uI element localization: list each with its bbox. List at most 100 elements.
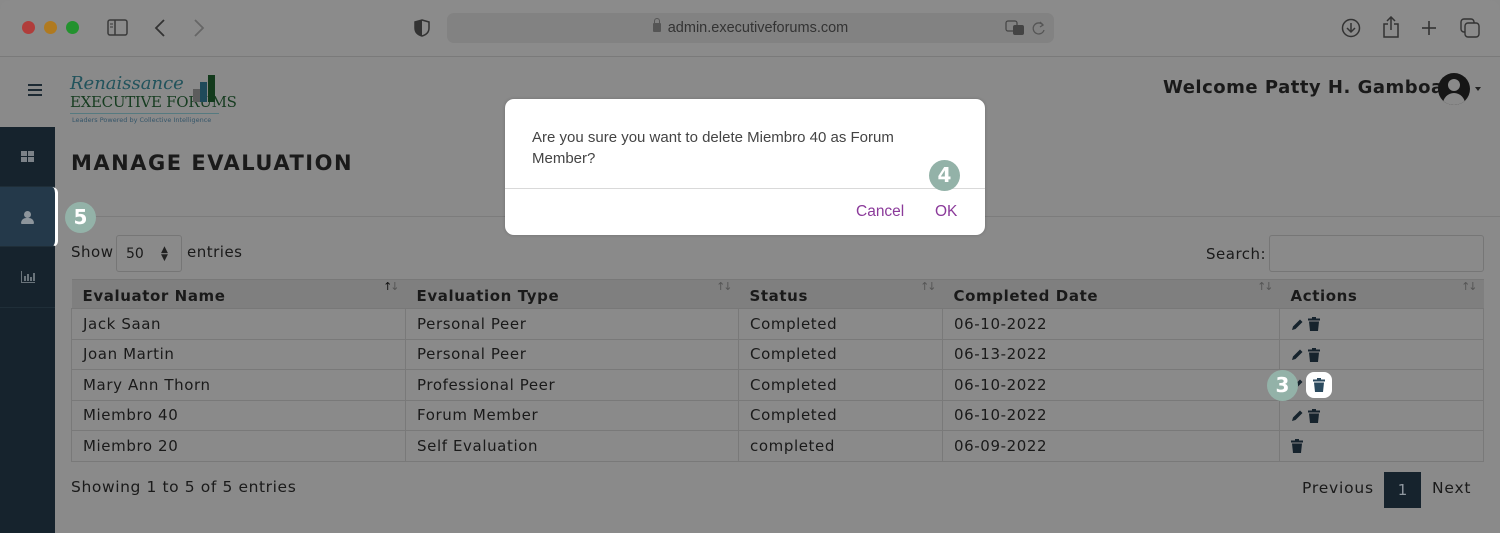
status: Completed <box>738 369 943 401</box>
url-text: admin.executiveforums.com <box>667 20 849 36</box>
sort-icon: ↑↓ <box>716 280 733 293</box>
ok-button[interactable]: OK <box>935 203 957 221</box>
actions-cell <box>1279 430 1484 462</box>
evaluation-type: Professional Peer <box>405 369 739 401</box>
logo-line1: Renaissance <box>70 73 184 94</box>
entries-label: entries <box>187 243 243 261</box>
sidebar-item-dashboard[interactable] <box>0 127 55 187</box>
trash-icon[interactable] <box>1308 408 1320 423</box>
minimize-window-button[interactable] <box>44 21 57 34</box>
reload-icon[interactable] <box>1032 21 1046 36</box>
logo-tagline: Leaders Powered by Collective Intelligen… <box>72 116 212 124</box>
evaluator-name: Miembro 20 <box>71 430 406 462</box>
completed-date: 06-13-2022 <box>942 338 1280 370</box>
tabs-overview-icon[interactable] <box>1460 18 1480 38</box>
pagination-previous[interactable]: Previous <box>1302 479 1374 497</box>
step-badge-5: 5 <box>65 202 96 233</box>
column-header-actions[interactable]: Actions ↑↓ <box>1279 279 1484 309</box>
shield-icon[interactable] <box>414 19 430 37</box>
confirm-dialog: Are you sure you want to delete Miembro … <box>505 99 985 235</box>
sort-icon: ↑↓ <box>383 280 400 293</box>
table-row: Jack Saan Personal Peer Completed 06-10-… <box>71 308 1484 340</box>
forward-icon[interactable] <box>193 19 205 37</box>
evaluator-name: Jack Saan <box>71 308 406 340</box>
page-size-value: 50 <box>126 246 144 262</box>
dialog-divider <box>505 188 985 189</box>
edit-icon[interactable] <box>1291 409 1304 422</box>
sidebar-toggle-icon[interactable] <box>107 19 128 36</box>
logo[interactable]: Renaissance EXECUTIVE FORUMS Leaders Pow… <box>70 69 237 127</box>
lock-icon <box>652 18 661 32</box>
search-input[interactable] <box>1269 235 1484 272</box>
sort-icon: ↑↓ <box>1257 280 1274 293</box>
column-header-evaluator-name[interactable]: Evaluator Name ↑↓ <box>71 279 406 309</box>
completed-date: 06-10-2022 <box>942 308 1280 340</box>
translate-icon[interactable] <box>1005 20 1025 37</box>
edit-icon[interactable] <box>1291 348 1304 361</box>
avatar[interactable] <box>1438 73 1470 105</box>
chevron-down-icon[interactable] <box>1475 87 1481 91</box>
table-row: Joan Martin Personal Peer Completed 06-1… <box>71 338 1484 370</box>
page-size-select[interactable]: 50 ▲ ▼ <box>116 235 182 272</box>
logo-bar <box>208 75 215 102</box>
column-header-evaluation-type[interactable]: Evaluation Type ↑↓ <box>405 279 739 309</box>
actions-cell <box>1279 308 1484 340</box>
step-badge-3: 3 <box>1267 370 1298 401</box>
status: completed <box>738 430 943 462</box>
close-window-button[interactable] <box>22 21 35 34</box>
show-label: Show <box>71 243 114 261</box>
select-arrows-icon: ▲ ▼ <box>161 245 168 263</box>
grid-icon <box>21 151 35 163</box>
evaluator-name: Miembro 40 <box>71 399 406 431</box>
edit-icon[interactable] <box>1291 318 1304 331</box>
maximize-window-button[interactable] <box>66 21 79 34</box>
actions-cell <box>1279 399 1484 431</box>
completed-date: 06-10-2022 <box>942 399 1280 431</box>
logo-divider <box>70 113 219 114</box>
completed-date: 06-10-2022 <box>942 369 1280 401</box>
user-icon <box>21 211 35 225</box>
evaluator-name: Joan Martin <box>71 338 406 370</box>
address-bar[interactable]: admin.executiveforums.com <box>447 13 1054 43</box>
highlighted-delete-button[interactable] <box>1306 371 1332 398</box>
trash-icon[interactable] <box>1308 347 1320 362</box>
new-tab-icon[interactable] <box>1421 20 1437 36</box>
column-header-completed-date[interactable]: Completed Date ↑↓ <box>942 279 1280 309</box>
pagination-page-1[interactable]: 1 <box>1384 472 1421 508</box>
status: Completed <box>738 308 943 340</box>
completed-date: 06-09-2022 <box>942 430 1280 462</box>
back-icon[interactable] <box>154 19 166 37</box>
trash-icon[interactable] <box>1313 377 1325 392</box>
logo-bar <box>200 82 207 102</box>
evaluator-name: Mary Ann Thorn <box>71 369 406 401</box>
table-row: Miembro 40 Forum Member Completed 06-10-… <box>71 399 1484 431</box>
evaluation-type: Self Evaluation <box>405 430 739 462</box>
share-icon[interactable] <box>1382 16 1400 38</box>
sidebar <box>0 127 58 533</box>
sort-icon: ↑↓ <box>920 280 937 293</box>
sidebar-item-reports[interactable] <box>0 248 55 308</box>
evaluations-table: Evaluator Name ↑↓ Evaluation Type ↑↓ Statu… <box>71 279 1484 462</box>
table-header-row: Evaluator Name ↑↓ Evaluation Type ↑↓ Statu… <box>71 279 1484 309</box>
column-header-status[interactable]: Status ↑↓ <box>738 279 943 309</box>
evaluation-type: Forum Member <box>405 399 739 431</box>
bar-chart-icon <box>21 271 35 283</box>
cancel-button[interactable]: Cancel <box>856 203 904 221</box>
evaluation-type: Personal Peer <box>405 308 739 340</box>
actions-cell <box>1279 338 1484 370</box>
trash-icon[interactable] <box>1291 439 1303 454</box>
search-label: Search: <box>1206 245 1267 263</box>
menu-icon[interactable] <box>28 84 42 96</box>
table-info: Showing 1 to 5 of 5 entries <box>71 478 297 496</box>
step-badge-4: 4 <box>929 160 960 191</box>
status: Completed <box>738 338 943 370</box>
pagination-next[interactable]: Next <box>1432 479 1471 497</box>
status: Completed <box>738 399 943 431</box>
sort-icon: ↑↓ <box>1461 280 1478 293</box>
table-row: Miembro 20 Self Evaluation completed 06-… <box>71 430 1484 462</box>
download-icon[interactable] <box>1341 18 1361 38</box>
sidebar-item-members[interactable] <box>0 187 58 247</box>
logo-bar <box>193 89 200 102</box>
trash-icon[interactable] <box>1308 317 1320 332</box>
page-title: MANAGE EVALUATION <box>71 151 354 175</box>
